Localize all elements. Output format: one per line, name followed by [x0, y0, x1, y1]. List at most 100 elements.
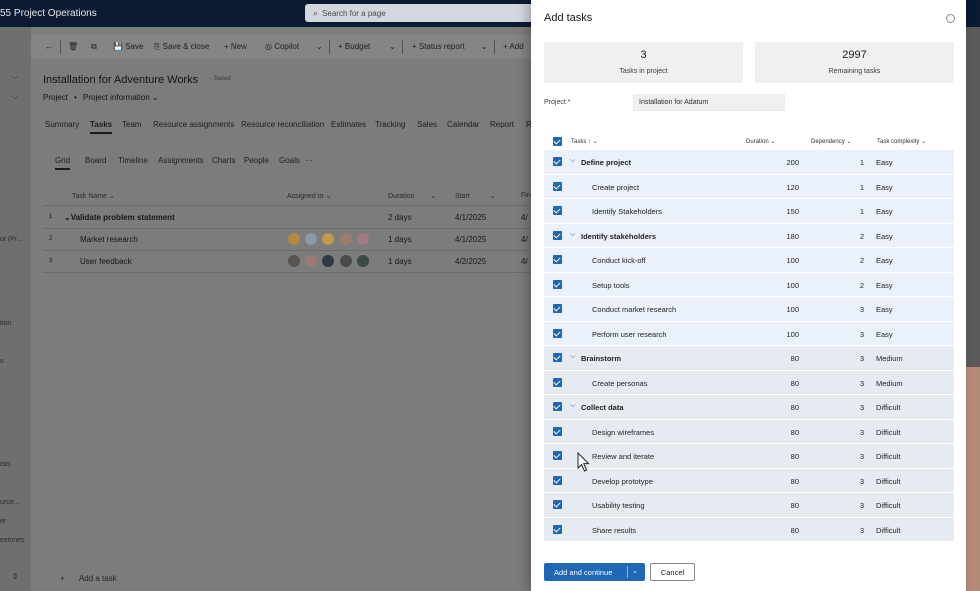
task-checkbox[interactable] — [553, 353, 562, 362]
task-row[interactable]: Identify Stakeholders 150 1 Easy — [544, 199, 954, 224]
nav-item[interactable]: ists — [0, 461, 11, 468]
tab-resource-reconciliation[interactable]: Resource reconciliation — [241, 120, 324, 129]
col-complexity[interactable]: Task complexity ⌄ — [877, 138, 926, 145]
avatar[interactable] — [340, 255, 352, 267]
task-checkbox[interactable] — [553, 181, 562, 191]
chevron-down-icon[interactable]: ⌄ — [316, 42, 323, 51]
task-row[interactable]: Create personas 80 3 Medium — [544, 370, 954, 395]
task-name[interactable]: ⌄Validate problem statement — [64, 213, 175, 222]
chevron-down-icon[interactable]: ⌵ — [570, 353, 575, 361]
col-finish[interactable]: Fin — [521, 192, 531, 199]
task-checkbox[interactable] — [553, 500, 562, 509]
search-input[interactable]: ⌕ Search for a page — [305, 4, 545, 22]
avatar[interactable] — [322, 233, 334, 245]
task-checkbox[interactable] — [553, 426, 562, 436]
task-checkbox[interactable] — [553, 475, 562, 485]
nav-item[interactable]: estones — [0, 537, 25, 544]
select-all-checkbox[interactable] — [553, 137, 562, 146]
tab-sales[interactable]: Sales — [417, 120, 437, 129]
task-row[interactable]: ⌵ Define project 200 1 Easy — [544, 150, 954, 175]
cancel-button[interactable]: Cancel — [650, 563, 695, 581]
nav-item[interactable]: ot (Pr... — [0, 236, 23, 243]
form-selector[interactable]: Project information ⌄ — [83, 93, 159, 102]
chevron-down-icon[interactable]: ⌵ — [12, 92, 18, 102]
add-task-button[interactable]: + Add a task — [60, 574, 117, 583]
col-duration[interactable]: Duration ⌄ — [388, 192, 436, 200]
nav-item[interactable]: urce... — [0, 499, 19, 506]
chevron-down-icon[interactable]: ⌄ — [481, 42, 488, 51]
task-row[interactable]: ⌵ Collect data 80 3 Difficult — [544, 395, 954, 420]
view-tab-grid[interactable]: Grid — [55, 156, 71, 170]
status-report-button[interactable]: + Status report — [412, 42, 465, 51]
col-start[interactable]: Start ⌄ — [455, 192, 496, 200]
task-row[interactable]: Develop prototype 80 3 Difficult — [544, 468, 954, 493]
add-button[interactable]: + Add — [503, 42, 524, 51]
nav-item[interactable]: er — [0, 518, 6, 525]
avatar[interactable] — [288, 233, 300, 245]
col-tasks[interactable]: Tasks ↑ ⌄ — [571, 138, 598, 145]
save-close-button[interactable]: ⎘ Save & close — [154, 42, 209, 52]
view-tab-timeline[interactable]: Timeline — [118, 156, 148, 165]
task-row[interactable]: Setup tools 100 2 Easy — [544, 272, 954, 297]
avatar[interactable] — [357, 233, 369, 245]
task-row[interactable]: Design wireframes 80 3 Difficult — [544, 419, 954, 444]
chevron-down-icon[interactable]: ⌵ — [570, 157, 575, 165]
col-assigned-to[interactable]: Assigned to ⌄ — [287, 192, 331, 200]
tab-resource-assignments[interactable]: Resource assignments — [153, 120, 234, 129]
expand-collapse-icon[interactable]: ⇕ — [12, 572, 19, 581]
tab-summary[interactable]: Summary — [45, 120, 79, 129]
view-tab-people[interactable]: People — [244, 156, 269, 165]
task-row[interactable]: ⌵ Brainstorm 80 3 Medium — [544, 346, 954, 371]
task-row[interactable]: Create project 120 1 Easy — [544, 174, 954, 199]
delete-icon[interactable]: 🗑 — [68, 42, 78, 51]
tab-team[interactable]: Team — [122, 120, 142, 129]
task-name[interactable]: Market research — [80, 235, 138, 244]
task-checkbox[interactable] — [553, 255, 562, 264]
nav-item[interactable]: s — [0, 358, 4, 365]
col-duration[interactable]: Duration ⌄ — [746, 138, 775, 145]
task-checkbox[interactable] — [553, 157, 562, 166]
task-checkbox[interactable] — [553, 279, 562, 289]
avatar[interactable] — [305, 233, 317, 245]
task-row[interactable]: ⌵ Identify stakeholders 180 2 Easy — [544, 223, 954, 248]
task-row[interactable]: Usability testing 80 3 Difficult — [544, 493, 954, 518]
task-row[interactable]: Conduct market research 100 3 Easy — [544, 297, 954, 322]
col-dependency[interactable]: Dependency ⌄ — [811, 138, 851, 145]
chevron-down-icon[interactable]: ⌵ — [12, 72, 18, 82]
avatar[interactable] — [357, 255, 369, 267]
add-and-continue-button[interactable]: Add and continue ⌄ — [544, 563, 645, 581]
avatar[interactable] — [322, 255, 334, 267]
view-tab-board[interactable]: Board — [85, 156, 106, 165]
task-checkbox[interactable] — [553, 524, 562, 534]
task-checkbox[interactable] — [553, 377, 562, 387]
task-checkbox[interactable] — [553, 304, 562, 313]
task-row[interactable]: Share results 80 3 Difficult — [544, 517, 954, 542]
new-button[interactable]: + New — [224, 42, 247, 51]
budget-button[interactable]: + Budget — [338, 42, 370, 51]
more-icon[interactable]: ··· — [305, 156, 313, 165]
task-row[interactable]: Review and iterate 80 3 Difficult — [544, 444, 954, 469]
tab-calendar[interactable]: Calendar — [447, 120, 479, 129]
chevron-down-icon[interactable]: ⌵ — [570, 231, 575, 239]
avatar[interactable] — [305, 255, 317, 267]
nav-item[interactable]: tion — [0, 320, 11, 327]
tab-tasks[interactable]: Tasks — [90, 120, 113, 134]
copilot-button[interactable]: ◎ Copilot — [265, 42, 299, 51]
project-field[interactable]: Installation for Adatum — [633, 94, 785, 111]
open-new-window-icon[interactable]: ⧉ — [91, 42, 97, 52]
save-button[interactable]: 💾 Save — [113, 42, 143, 51]
chevron-down-icon[interactable]: ⌵ — [570, 402, 575, 410]
chevron-down-icon[interactable]: ⌄ — [632, 567, 638, 575]
task-name[interactable]: User feedback — [80, 257, 132, 266]
task-checkbox[interactable] — [553, 402, 562, 411]
task-checkbox[interactable] — [553, 230, 562, 240]
view-tab-goals[interactable]: Goals — [279, 156, 300, 165]
view-tab-assignments[interactable]: Assignments — [158, 156, 204, 165]
tab-tracking[interactable]: Tracking — [375, 120, 405, 129]
chevron-down-icon[interactable]: ⌄ — [389, 42, 396, 51]
avatar[interactable] — [340, 233, 352, 245]
avatar[interactable] — [288, 255, 300, 267]
task-row[interactable]: Conduct kick-off 100 2 Easy — [544, 248, 954, 273]
view-tab-charts[interactable]: Charts — [212, 156, 236, 165]
back-icon[interactable]: ← — [45, 42, 53, 51]
